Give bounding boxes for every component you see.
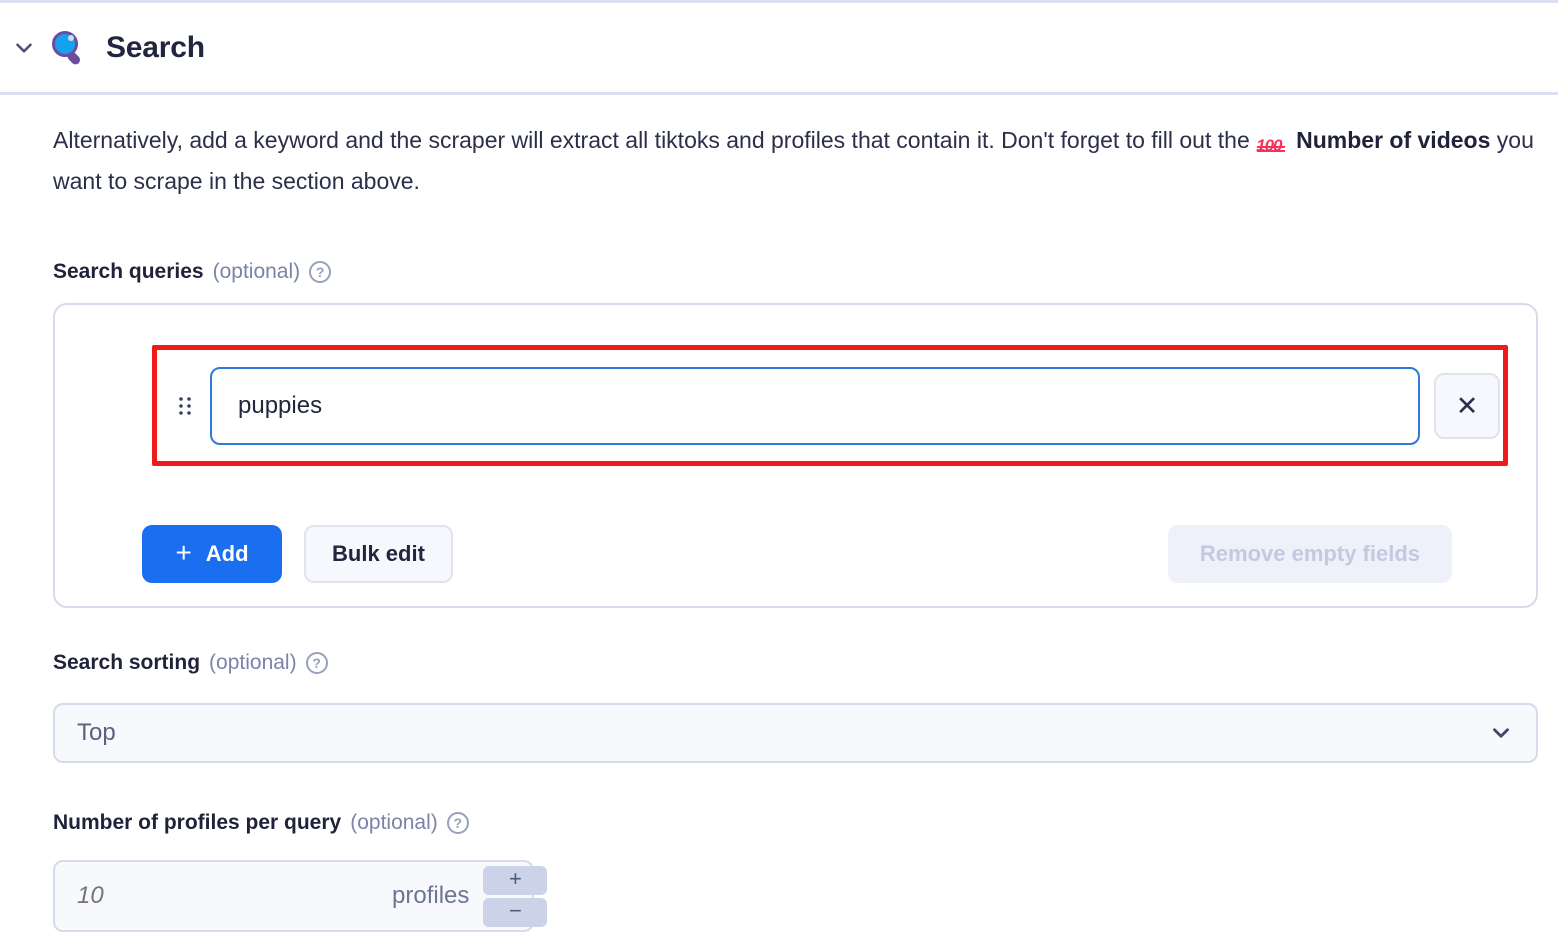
search-sorting-label-text: Search sorting [53, 651, 201, 674]
section-description: Alternatively, add a keyword and the scr… [53, 120, 1538, 202]
search-queries-label: Search queries (optional) ? [53, 260, 332, 284]
search-sorting-optional: (optional) [209, 651, 297, 674]
description-bold-term: Number of videos [1296, 127, 1491, 153]
search-queries-optional: (optional) [212, 260, 301, 283]
help-icon[interactable]: ? [446, 812, 469, 834]
help-icon[interactable]: ? [305, 652, 328, 674]
profiles-unit-label: profiles [392, 882, 470, 909]
page-title: Search [106, 30, 205, 64]
decrement-button[interactable]: − [483, 897, 548, 927]
bulk-edit-button[interactable]: Bulk edit [304, 525, 453, 583]
drag-handle-icon[interactable] [170, 386, 200, 426]
hundred-points-icon: 100 [1256, 127, 1290, 155]
search-section-page: Search Alternatively, add a keyword and … [0, 0, 1558, 942]
increment-button[interactable]: + [483, 865, 548, 895]
chevron-down-icon[interactable] [2, 35, 46, 61]
add-button-label: Add [205, 541, 249, 566]
description-text-part1: Alternatively, add a keyword and the scr… [53, 127, 1257, 153]
search-sorting-label: Search sorting (optional) ? [53, 651, 328, 675]
profiles-per-query-label: Number of profiles per query (optional) … [53, 811, 469, 835]
search-queries-label-text: Search queries [53, 260, 204, 283]
section-header: Search [0, 0, 1558, 95]
search-query-input[interactable] [210, 367, 1420, 445]
plus-icon: + [175, 537, 192, 568]
profiles-per-query-label-text: Number of profiles per query [53, 811, 342, 834]
magnifying-glass-icon [50, 28, 90, 68]
plus-icon: + [508, 866, 522, 891]
query-card-actions: + Add Bulk edit Remove empty fields [142, 523, 1452, 585]
profiles-per-query-optional: (optional) [350, 811, 438, 834]
remove-query-button[interactable]: ✕ [1434, 373, 1500, 439]
add-button[interactable]: + Add [142, 525, 282, 583]
chevron-down-icon [1488, 720, 1514, 746]
minus-icon: − [508, 898, 522, 923]
search-sorting-select[interactable]: Top [53, 703, 1538, 763]
profiles-per-query-field: profiles + − [53, 860, 548, 932]
search-queries-card: ✕ + Add Bulk edit Remove empty fields [53, 303, 1538, 608]
query-row: ✕ [170, 365, 1500, 447]
quantity-stepper: + − [483, 865, 548, 927]
help-icon[interactable]: ? [309, 261, 332, 283]
search-sorting-value: Top [77, 719, 116, 746]
profiles-count-input[interactable] [77, 882, 392, 910]
remove-empty-fields-button: Remove empty fields [1167, 525, 1452, 583]
